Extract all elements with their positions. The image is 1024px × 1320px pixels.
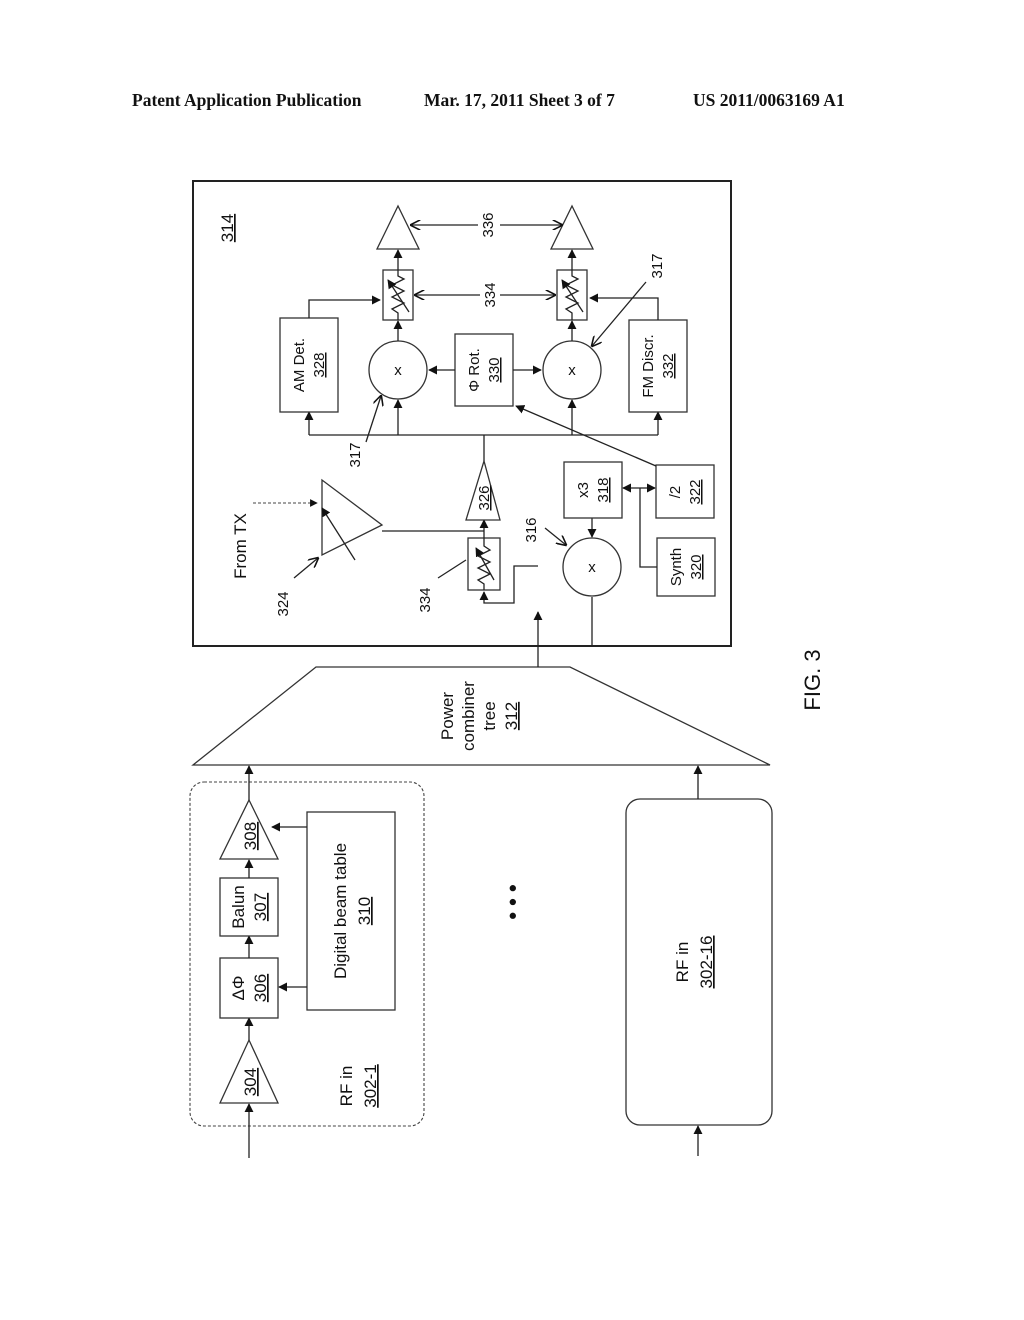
fm-discr-label: FM Discr. bbox=[640, 334, 657, 397]
ref-318: 318 bbox=[595, 477, 612, 502]
ref-314: 314 bbox=[218, 214, 237, 242]
ref-302-1: 302-1 bbox=[361, 1064, 380, 1107]
combiner-line-3: tree bbox=[480, 701, 499, 730]
rf-in-302-16-label: RF in bbox=[673, 942, 692, 983]
synthesizer-320 bbox=[656, 537, 716, 597]
rf-in-302-1-label: RF in bbox=[337, 1066, 356, 1107]
ref-316: 316 bbox=[523, 517, 540, 542]
ref-307: 307 bbox=[251, 893, 270, 921]
figure-label: FIG. 3 bbox=[800, 649, 825, 710]
leader-334-lower bbox=[437, 559, 467, 579]
ref-310: 310 bbox=[355, 897, 374, 925]
ref-308: 308 bbox=[241, 822, 260, 850]
leader-316 bbox=[544, 527, 566, 545]
ref-317-lower: 317 bbox=[649, 253, 666, 278]
phase-rotator-330 bbox=[454, 333, 514, 407]
output-amplifier-lower bbox=[549, 204, 595, 250]
arrow-322-330 bbox=[515, 405, 657, 467]
divider-322 bbox=[655, 464, 715, 519]
ref-317-upper: 317 bbox=[347, 442, 364, 467]
from-tx-label: From TX bbox=[231, 513, 250, 579]
phase-shifter-label: ΔΦ bbox=[229, 976, 248, 1001]
am-det-label: AM Det. bbox=[291, 338, 308, 392]
ref-332: 332 bbox=[660, 353, 677, 378]
arrow-328-attenuator bbox=[308, 295, 381, 318]
phi-rot-label: Φ Rot. bbox=[466, 348, 483, 392]
mixer-317-lower-symbol: x bbox=[568, 362, 576, 379]
ref-322: 322 bbox=[687, 479, 704, 504]
fm-discriminator-332 bbox=[628, 319, 688, 413]
ellipsis-more-inputs: • • • bbox=[500, 884, 525, 919]
digital-beam-table-310 bbox=[306, 811, 396, 1011]
multiplier-318 bbox=[563, 461, 623, 519]
figure-3-diagram: 304 ΔΦ 306 Balun 307 308 Digital beam ta… bbox=[189, 180, 825, 1158]
module-314 bbox=[192, 180, 732, 647]
ref-312: 312 bbox=[502, 702, 521, 730]
ref-334-lower: 334 bbox=[417, 587, 434, 612]
synth-label: Synth bbox=[668, 548, 685, 586]
combiner-line-2: combiner bbox=[459, 681, 478, 751]
ref-330: 330 bbox=[486, 357, 503, 382]
leader-324 bbox=[293, 558, 318, 579]
multiplier-label: x3 bbox=[575, 482, 592, 498]
combiner-line-1: Power bbox=[438, 692, 457, 741]
divider-label: /2 bbox=[667, 486, 684, 499]
ref-334-upper: 334 bbox=[482, 282, 499, 307]
beam-table-label: Digital beam table bbox=[331, 843, 350, 979]
output-amplifier-upper bbox=[375, 204, 421, 250]
am-detector-328 bbox=[279, 317, 339, 413]
ref-326: 326 bbox=[476, 485, 493, 510]
ref-320: 320 bbox=[688, 554, 705, 579]
ref-324: 324 bbox=[275, 591, 292, 616]
ref-304: 304 bbox=[241, 1068, 260, 1096]
variable-amplifier-324 bbox=[321, 478, 384, 557]
mixer-317-upper-symbol: x bbox=[394, 362, 402, 379]
ref-328: 328 bbox=[311, 352, 328, 377]
ref-306: 306 bbox=[251, 974, 270, 1002]
ref-302-16: 302-16 bbox=[697, 936, 716, 989]
ref-336: 336 bbox=[480, 212, 497, 237]
wire-synth bbox=[639, 488, 657, 568]
balun-label: Balun bbox=[229, 885, 248, 928]
mixer-316-symbol: x bbox=[588, 559, 596, 576]
